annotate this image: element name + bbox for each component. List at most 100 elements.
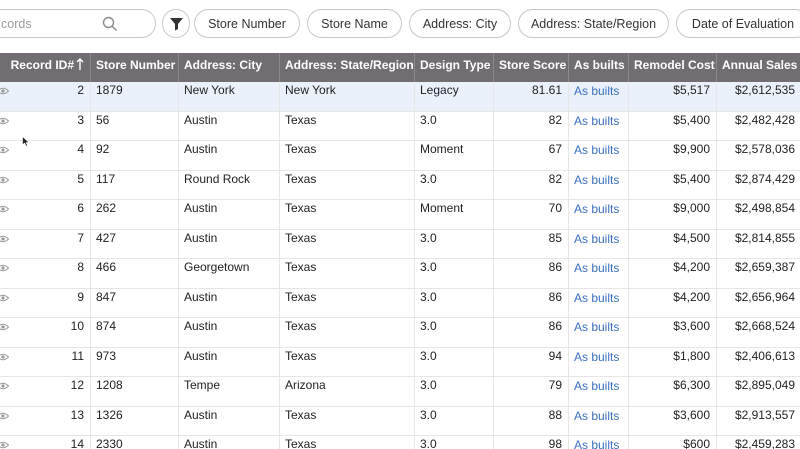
cell-as-builts[interactable]: As builts	[569, 170, 629, 200]
filter-chip-date-of-evaluation[interactable]: Date of Evaluation	[676, 9, 800, 38]
cell-store-score: 82	[494, 170, 569, 200]
column-header-address-city[interactable]: Address: City	[179, 53, 280, 82]
sort-ascending-icon[interactable]	[76, 58, 84, 71]
cell-as-builts[interactable]: As builts	[569, 436, 629, 449]
cell-as-builts[interactable]: As builts	[569, 347, 629, 377]
cell-annual-sales: $2,578,036	[717, 141, 800, 170]
cell-store-score: 67	[494, 141, 569, 170]
column-header-store-score[interactable]: Store Score	[494, 53, 569, 82]
table-row[interactable]: 6 262 Austin Texas Moment 70 As builts $9,000 $2…	[0, 200, 800, 230]
filter-chip-address-state-region[interactable]: Address: State/Region	[518, 9, 669, 38]
table-row[interactable]: 2 1879 New York New York Legacy 81.61 As built…	[0, 82, 800, 112]
cell-as-builts[interactable]: As builts	[569, 377, 629, 406]
cell-store-score: 79	[494, 377, 569, 406]
column-header-annual-sales[interactable]: Annual Sales	[717, 53, 800, 82]
search-icon[interactable]	[102, 16, 118, 32]
table-row[interactable]: 5 117 Round Rock Texas 3.0 82 As builts $5,400 $…	[0, 170, 800, 200]
cell-address-state-region: Texas	[280, 318, 415, 347]
cell-address-city: Austin	[179, 200, 280, 229]
cell-as-builts[interactable]: As builts	[569, 288, 629, 318]
cell-store-number: 847	[91, 288, 179, 318]
cell-address-state-region: Texas	[280, 288, 415, 318]
toolbar: Store Number Store Name Address: City Ad…	[0, 0, 800, 47]
column-header-design-type[interactable]: Design Type	[415, 53, 494, 82]
column-header-store-number[interactable]: Store Number	[91, 53, 179, 82]
search-input[interactable]	[1, 16, 111, 32]
cell-as-builts[interactable]: As builts	[569, 229, 629, 259]
cell-record-id: 12	[0, 377, 91, 406]
cell-record-id: 5	[0, 170, 91, 200]
column-header-remodel-cost[interactable]: Remodel Cost	[629, 53, 717, 82]
filter-button[interactable]	[162, 9, 190, 38]
cell-as-builts[interactable]: As builts	[569, 141, 629, 170]
cell-address-city: Austin	[179, 111, 280, 141]
column-header-label: Store Number	[96, 58, 176, 72]
cell-store-score: 70	[494, 200, 569, 229]
cell-record-id: 11	[0, 347, 91, 377]
cell-store-score: 94	[494, 347, 569, 377]
cell-address-state-region: Texas	[280, 170, 415, 200]
table-row[interactable]: 13 1326 Austin Texas 3.0 88 As builts $3,600 $2,…	[0, 406, 800, 436]
table-row[interactable]: 8 466 Georgetown Texas 3.0 86 As builts $4,200 $…	[0, 259, 800, 289]
cell-as-builts[interactable]: As builts	[569, 406, 629, 436]
cell-store-score: 86	[494, 318, 569, 347]
column-header-record-id[interactable]: Record ID#	[0, 53, 91, 82]
cell-address-state-region: Texas	[280, 141, 415, 170]
cell-as-builts[interactable]: As builts	[569, 111, 629, 141]
column-header-address-state-region[interactable]: Address: State/Region	[280, 53, 415, 82]
cell-address-state-region: Texas	[280, 436, 415, 449]
cell-remodel-cost: $600	[629, 436, 717, 449]
cell-remodel-cost: $4,500	[629, 229, 717, 259]
cell-annual-sales: $2,656,964	[717, 289, 800, 318]
cell-record-id: 10	[0, 318, 91, 347]
cell-annual-sales: $2,913,557	[717, 407, 800, 436]
cell-annual-sales: $2,498,854	[717, 200, 800, 229]
cell-address-city: Georgetown	[179, 259, 280, 288]
cell-design-type: 3.0	[415, 436, 494, 449]
cell-design-type: 3.0	[415, 318, 494, 347]
table-row[interactable]: 7 427 Austin Texas 3.0 85 As builts $4,500 $2,81…	[0, 229, 800, 259]
cell-as-builts[interactable]: As builts	[569, 82, 629, 111]
column-header-label: Annual Sales	[722, 58, 798, 72]
cell-as-builts[interactable]: As builts	[569, 318, 629, 347]
cell-store-score: 98	[494, 436, 569, 449]
search-box[interactable]	[0, 9, 156, 38]
table-row[interactable]: 12 1208 Tempe Arizona 3.0 79 As builts $6,300 $2…	[0, 377, 800, 407]
cell-as-builts[interactable]: As builts	[569, 259, 629, 288]
cell-record-id: 4	[0, 141, 91, 170]
cell-record-id: 3	[0, 111, 91, 141]
cell-address-city: New York	[179, 82, 280, 111]
cell-remodel-cost: $3,600	[629, 318, 717, 347]
cell-remodel-cost: $5,400	[629, 170, 717, 200]
cell-address-city: Austin	[179, 347, 280, 377]
table-row[interactable]: 10 874 Austin Texas 3.0 86 As builts $3,600 $2,6…	[0, 318, 800, 348]
table-row[interactable]: 14 2330 Austin Texas 3.0 98 As builts $600 $2,45…	[0, 436, 800, 449]
cell-annual-sales: $2,895,049	[717, 377, 800, 406]
cell-address-city: Austin	[179, 436, 280, 449]
cell-design-type: 3.0	[415, 229, 494, 259]
cell-store-number: 466	[91, 259, 179, 288]
cell-record-id: 7	[0, 229, 91, 259]
table-row[interactable]: 4 92 Austin Texas Moment 67 As builts $9,900 $2,…	[0, 141, 800, 171]
column-header-label: Design Type	[420, 58, 491, 72]
cell-address-state-region: Texas	[280, 229, 415, 259]
cell-remodel-cost: $4,200	[629, 259, 717, 288]
table-row[interactable]: 11 973 Austin Texas 3.0 94 As builts $1,800 $2,4…	[0, 347, 800, 377]
cell-store-score: 86	[494, 288, 569, 318]
cell-design-type: 3.0	[415, 170, 494, 200]
cell-address-city: Austin	[179, 288, 280, 318]
cell-annual-sales: $2,406,613	[717, 348, 800, 377]
cell-design-type: 3.0	[415, 406, 494, 436]
cell-remodel-cost: $9,000	[629, 200, 717, 229]
cell-store-number: 427	[91, 229, 179, 259]
table-row[interactable]: 3 56 Austin Texas 3.0 82 As builts $5,400 $2,482…	[0, 111, 800, 141]
column-header-as-builts[interactable]: As builts	[569, 53, 629, 82]
filter-chip-store-name[interactable]: Store Name	[307, 9, 402, 38]
cell-remodel-cost: $5,400	[629, 111, 717, 141]
table-row[interactable]: 9 847 Austin Texas 3.0 86 As builts $4,200 $2,65…	[0, 288, 800, 318]
cell-store-number: 2330	[91, 436, 179, 449]
filter-chip-store-number[interactable]: Store Number	[194, 9, 300, 38]
cell-as-builts[interactable]: As builts	[569, 200, 629, 229]
filter-chip-address-city[interactable]: Address: City	[409, 9, 511, 38]
cell-record-id: 14	[0, 436, 91, 449]
